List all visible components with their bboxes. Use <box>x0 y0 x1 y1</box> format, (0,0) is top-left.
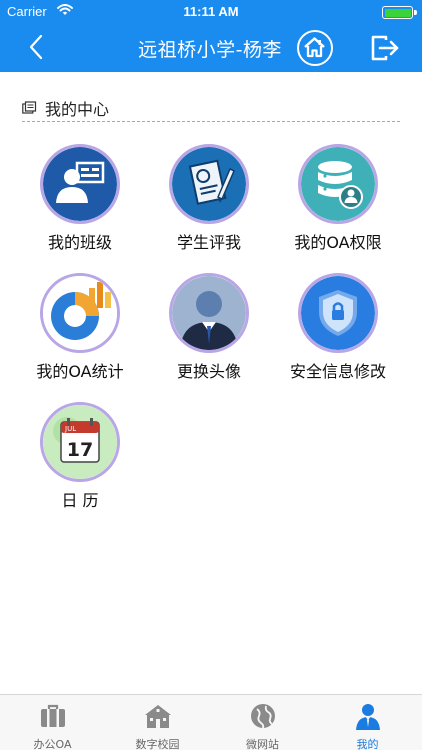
grid-item-change-avatar[interactable]: 更换头像 <box>145 273 273 391</box>
security-shield-icon <box>298 273 378 353</box>
section-title: 我的中心 <box>45 100 110 119</box>
grid-item-label: 我的OA权限 <box>294 233 382 252</box>
calendar-month-text: JUL <box>64 425 76 433</box>
home-button[interactable] <box>297 30 333 66</box>
home-icon <box>304 37 325 58</box>
tab-label: 办公OA <box>33 738 72 750</box>
grid-item-security-info[interactable]: 安全信息修改 <box>274 273 402 391</box>
database-permission-icon <box>298 144 378 224</box>
grid-item-label: 更换头像 <box>176 362 241 381</box>
logout-icon <box>371 35 399 61</box>
tab-label: 数字校园 <box>135 738 180 750</box>
back-button[interactable] <box>22 32 52 62</box>
header: Carrier 11:11 AM 远祖桥小学-杨李 <box>0 0 422 72</box>
nav-bar: 远祖桥小学-杨李 <box>0 24 422 72</box>
grid-item-label: 安全信息修改 <box>289 362 386 381</box>
evaluation-icon <box>169 144 249 224</box>
tab-label: 我的 <box>356 738 379 750</box>
tab-label: 微网站 <box>246 738 279 750</box>
section-header: 我的中心 <box>22 94 400 122</box>
person-icon <box>356 704 380 730</box>
tab-mine[interactable]: 我的 <box>315 695 420 750</box>
tab-office-oa[interactable]: 办公OA <box>0 695 105 750</box>
grid-item-oa-statistics[interactable]: 我的OA统计 <box>16 273 144 391</box>
avatar-icon <box>169 273 249 353</box>
statistics-icon <box>40 273 120 353</box>
battery-icon <box>382 6 417 19</box>
clock: 11:11 AM <box>183 4 239 19</box>
page-title: 远祖桥小学-杨李 <box>138 39 282 61</box>
tab-micro-site[interactable]: 微网站 <box>210 695 315 750</box>
logout-button[interactable] <box>368 32 402 64</box>
section-folder-icon <box>22 101 37 114</box>
grid-item-my-class[interactable]: 我的班级 <box>16 144 144 262</box>
calendar-icon: JUL 17 <box>40 402 120 482</box>
school-building-icon <box>145 705 171 728</box>
grid-item-student-evaluation[interactable]: 学生评我 <box>145 144 273 262</box>
grid-item-label: 学生评我 <box>176 233 241 252</box>
globe-icon <box>251 704 275 729</box>
tab-digital-campus[interactable]: 数字校园 <box>105 695 210 750</box>
briefcase-icon <box>41 704 65 727</box>
calendar-day-text: 17 <box>67 439 93 461</box>
grid-item-label: 日 历 <box>61 491 99 510</box>
grid-item-label: 我的班级 <box>47 233 112 252</box>
grid-item-oa-permissions[interactable]: 我的OA权限 <box>274 144 402 262</box>
grid-item-calendar[interactable]: JUL 17 日 历 <box>16 402 144 520</box>
grid-item-label: 我的OA统计 <box>36 362 124 381</box>
class-icon <box>40 144 120 224</box>
chevron-left-icon <box>29 34 43 60</box>
tab-bar: 办公OA 数字校园 微网站 我的 <box>0 694 422 750</box>
status-bar: Carrier 11:11 AM <box>0 0 422 24</box>
